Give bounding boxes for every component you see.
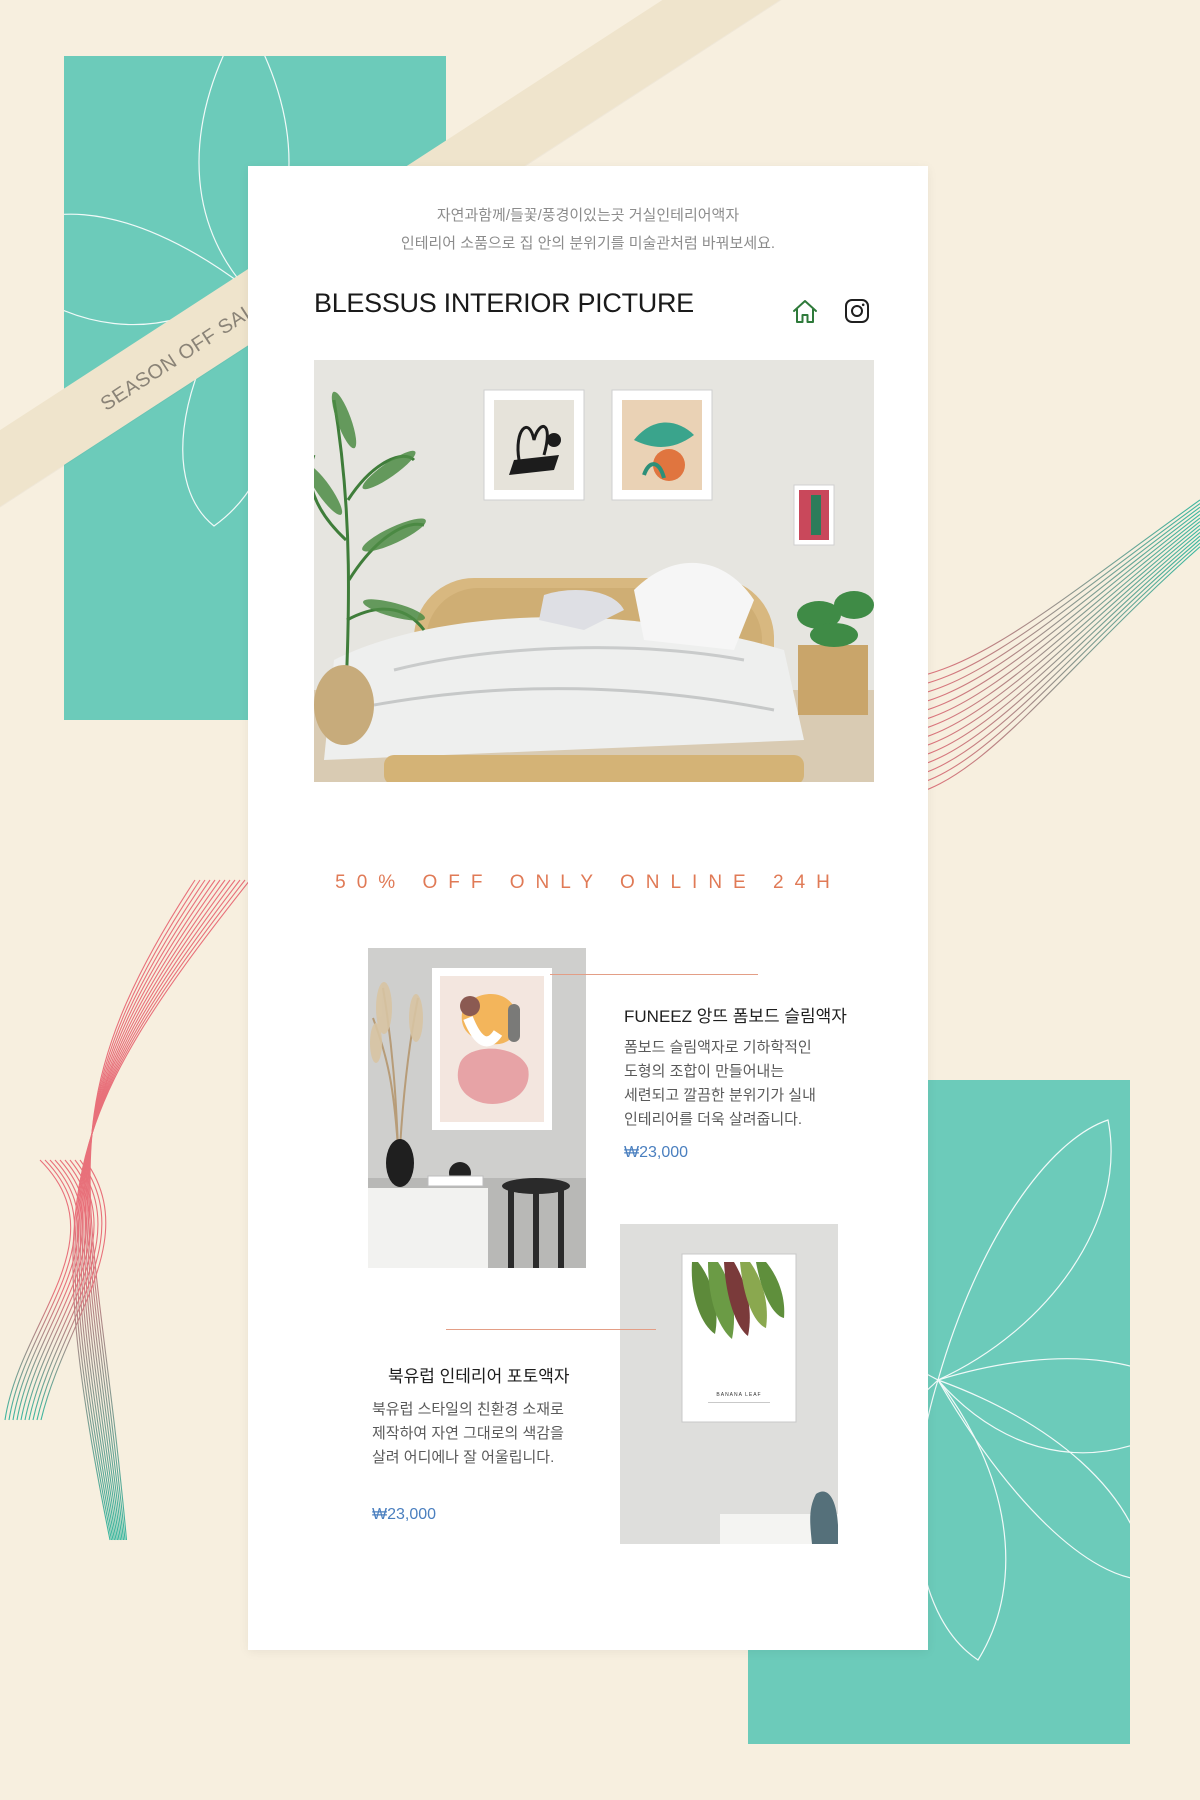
product-2-desc-line: 제작하여 자연 그대로의 색감을 — [372, 1425, 564, 1442]
decor-line — [81, 879, 226, 1541]
promo-headline: 50% OFF ONLY ONLINE 24H — [335, 872, 841, 893]
decor-line — [900, 503, 1200, 690]
product-1-image[interactable] — [368, 948, 586, 1268]
subtitle-line-1: 자연과함께/들꽃/풍경이있는곳 거실인테리어액자 — [436, 207, 740, 224]
brand-title: BLESSUS INTERIOR PICTURE — [314, 288, 694, 318]
product-1-description: 폼보드 슬림액자로 기하학적인 도형의 조합이 만들어내는 세련되고 깔끔한 분… — [624, 1036, 834, 1132]
subtitle-line-2: 인테리어 소품으로 집 안의 분위기를 미술관처럼 바꿔보세요. — [400, 235, 776, 252]
product-1-desc-line: 도형의 조합이 만들어내는 — [624, 1063, 785, 1080]
home-icon[interactable] — [788, 294, 822, 328]
product-1-price: ₩23,000 — [624, 1144, 689, 1161]
product-2-name[interactable]: 북유럽 인테리어 포토액자 — [388, 1362, 570, 1387]
product-2-description: 북유럽 스타일의 친환경 소재로 제작하여 자연 그대로의 색감을 살려 어디에… — [372, 1398, 592, 1470]
product-1-desc-line: 인테리어를 더욱 살려줍니다. — [624, 1111, 803, 1128]
decor-lines-right — [900, 499, 1200, 798]
decor-line — [89, 879, 196, 1541]
product-2-desc-line: 살려 어디에나 잘 어울립니다. — [372, 1449, 555, 1466]
decor-line — [16, 1159, 83, 1421]
decor-line — [83, 879, 221, 1541]
decor-lines-left — [4, 879, 251, 1541]
decor-line — [4, 1159, 72, 1421]
product-1-desc-line: 폼보드 슬림액자로 기하학적인 — [624, 1039, 812, 1056]
product-1-divider — [550, 974, 758, 975]
decor-line — [8, 1159, 76, 1421]
product-2-desc-line: 북유럽 스타일의 친환경 소재로 — [372, 1401, 564, 1418]
promo-card: 자연과함께/들꽃/풍경이있는곳 거실인테리어액자 인테리어 소품으로 집 안의 … — [248, 166, 928, 1650]
product-2-price: ₩23,000 — [372, 1506, 437, 1523]
product-2-divider — [446, 1329, 656, 1330]
decor-line — [78, 879, 236, 1541]
instagram-icon[interactable] — [840, 294, 874, 328]
hero-bedroom-image — [314, 360, 874, 782]
product-1-name[interactable]: FUNEEZ 앙뜨 폼보드 슬림액자 — [624, 1002, 847, 1027]
product-2-image[interactable]: BANANA LEAF — [620, 1224, 838, 1544]
decor-line — [20, 1159, 87, 1421]
poster-caption: BANANA LEAF — [716, 1392, 761, 1398]
product-1-desc-line: 세련되고 깔끔한 분위기가 실내 — [624, 1087, 816, 1104]
decor-line — [900, 506, 1200, 699]
header-subtitle: 자연과함께/들꽃/풍경이있는곳 거실인테리어액자 인테리어 소품으로 집 안의 … — [248, 202, 928, 258]
decor-line — [12, 1159, 79, 1421]
